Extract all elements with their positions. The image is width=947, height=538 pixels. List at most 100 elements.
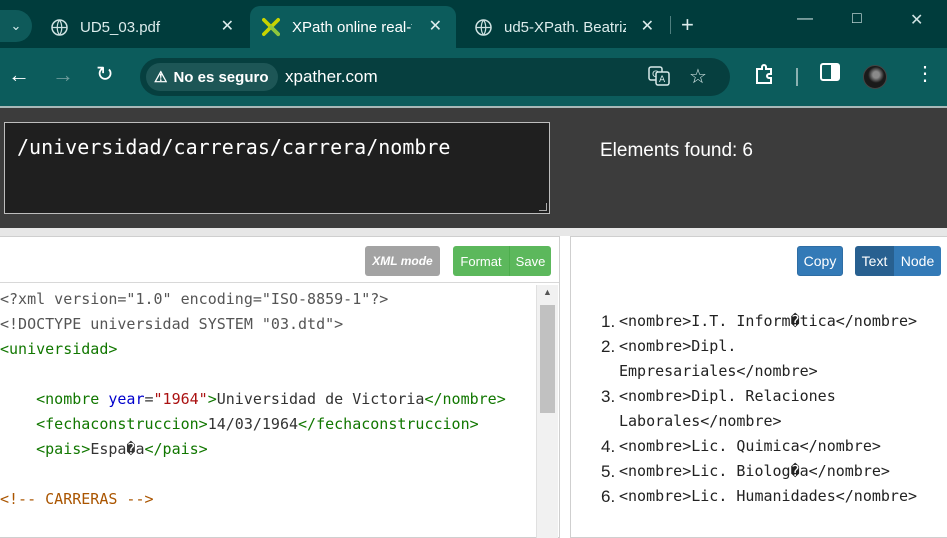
security-chip[interactable]: ⚠ No es seguro [146, 63, 279, 91]
code-line: <!DOCTYPE universidad SYSTEM "03.dtd"> [0, 312, 536, 337]
node-mode-button[interactable]: Node [894, 246, 941, 276]
code-line: <universidad> [0, 337, 536, 362]
code-token: Universidad de Victoria [216, 390, 425, 408]
result-text: <nombre>Dipl. Relaciones Laborales</nomb… [619, 387, 836, 430]
forward-arrow-icon[interactable]: → [52, 62, 74, 88]
profile-avatar[interactable] [863, 65, 887, 89]
bookmark-star-icon[interactable]: ☆ [689, 64, 707, 89]
result-number: 4. [601, 437, 616, 456]
result-text: <nombre>Lic. Humanidades</nombre> [619, 487, 918, 505]
tab-xpather[interactable]: XPath online real-t ✕ [250, 6, 456, 48]
result-item: 3. <nombre>Dipl. Relaciones Laborales</no… [571, 384, 947, 434]
result-item: 2. <nombre>Dipl. Empresariales</nombre> [571, 334, 947, 384]
code-token: > [207, 390, 217, 408]
toolbar-separator [796, 68, 798, 86]
xml-mode-button[interactable]: XML mode [365, 246, 440, 276]
translate-icon[interactable]: GA [648, 66, 670, 91]
minimize-icon[interactable]: — [797, 10, 813, 28]
code-line: <!-- CARRERAS --> [0, 487, 536, 512]
code-line: <fechaconstruccion>14/03/1964</fechacons… [0, 412, 536, 437]
scrollbar-thumb[interactable] [540, 305, 555, 413]
tab-ud5-pdf[interactable]: UD5_03.pdf ✕ [38, 6, 248, 48]
code-token: <universidad> [0, 340, 118, 358]
tab-search-button[interactable]: ⌄ [0, 10, 32, 42]
tab-strip: ⌄ UD5_03.pdf ✕ XPath online real-t ✕ ud5… [0, 0, 947, 48]
browser-toolbar: ← → ↻ ⚠ No es seguro xpather.com GA ☆ ⋮ [0, 48, 947, 106]
code-token: <!DOCTYPE universidad SYSTEM "03.dtd"> [0, 315, 344, 333]
svg-text:A: A [659, 75, 666, 85]
code-token: year [108, 390, 145, 408]
xpath-expression-text: /universidad/carreras/carrera/nombre [17, 135, 451, 159]
code-token: <nombre [36, 390, 109, 408]
warning-icon: ⚠ [154, 69, 168, 86]
xpath-expression-input[interactable]: /universidad/carreras/carrera/nombre [4, 122, 550, 214]
code-token: <!-- CARRERAS --> [0, 490, 154, 508]
results-list: 1. <nombre>I.T. Inform�tica</nombre> 2. <no… [571, 309, 947, 509]
address-bar[interactable]: ⚠ No es seguro xpather.com GA ☆ [140, 58, 730, 96]
result-text: <nombre>Dipl. Empresariales</nombre> [619, 337, 818, 380]
result-number: 2. [601, 337, 616, 356]
code-token: </fechaconstruccion> [298, 415, 479, 433]
result-number: 5. [601, 462, 616, 481]
url-text[interactable]: xpather.com [285, 67, 378, 87]
maximize-icon[interactable]: □ [852, 10, 862, 28]
tab-title: ud5-XPath. Beatriz [504, 18, 626, 36]
back-arrow-icon[interactable]: ← [8, 62, 30, 88]
result-item: 1. <nombre>I.T. Inform�tica</nombre> [571, 309, 947, 334]
code-token: </nombre> [424, 390, 506, 408]
security-label: No es seguro [173, 68, 269, 86]
scroll-up-arrow-icon[interactable]: ▲ [543, 287, 552, 297]
result-number: 3. [601, 387, 616, 406]
copy-button[interactable]: Copy [797, 246, 843, 276]
editor-scrollbar[interactable]: ▲ [536, 285, 558, 538]
new-tab-icon[interactable]: + [681, 12, 694, 38]
tab-separator [670, 16, 671, 34]
code-token: = [144, 390, 154, 408]
elements-found-count: 6 [742, 140, 753, 161]
close-window-icon[interactable]: ✕ [910, 10, 923, 30]
result-text: <nombre>Lic. Quimica</nombre> [619, 437, 881, 455]
code-token: <pais> [36, 440, 91, 458]
text-mode-button[interactable]: Text [855, 246, 894, 276]
code-token: "1964" [153, 390, 208, 408]
result-number: 6. [601, 487, 616, 506]
xml-code-editor[interactable]: <?xml version="1.0" encoding="ISO-8859-1… [0, 287, 536, 512]
globe-icon [50, 18, 68, 36]
globe-icon [474, 18, 492, 36]
result-item: 5. <nombre>Lic. Biolog�a</nombre> [571, 459, 947, 484]
xpather-logo-icon [262, 18, 280, 36]
code-line: <?xml version="1.0" encoding="ISO-8859-1… [0, 287, 536, 312]
result-number: 1. [601, 312, 616, 331]
reload-icon[interactable]: ↻ [96, 62, 114, 87]
panel-divider [0, 228, 947, 236]
code-line: <pais>Espa�a</pais> [0, 437, 536, 462]
result-text: <nombre>Lic. Biolog�a</nombre> [619, 462, 890, 480]
close-tab-icon[interactable]: ✕ [429, 16, 442, 36]
extensions-icon[interactable] [753, 63, 775, 90]
code-token: 14/03/1964 [207, 415, 299, 433]
xml-editor-panel: XML mode Format Save <?xml version="1.0"… [0, 236, 560, 538]
close-tab-icon[interactable]: ✕ [221, 16, 234, 36]
results-panel: Copy Text Node 1. <nombre>I.T. Inform�tic… [570, 236, 947, 538]
code-token: <fechaconstruccion> [36, 415, 208, 433]
close-tab-icon[interactable]: ✕ [641, 16, 654, 36]
code-token: <?xml version="1.0" encoding="ISO-8859-1… [0, 290, 389, 308]
result-item: 6. <nombre>Lic. Humanidades</nombre> [571, 484, 947, 509]
side-panel-icon[interactable] [820, 63, 840, 86]
format-button[interactable]: Format [453, 246, 510, 276]
resize-handle[interactable] [539, 203, 547, 211]
xpath-bar: /universidad/carreras/carrera/nombre Ele… [0, 106, 947, 228]
editor-header: XML mode Format Save [0, 237, 559, 283]
save-button[interactable]: Save [510, 246, 551, 276]
tab-ud5-xpath[interactable]: ud5-XPath. Beatriz ✕ [462, 6, 668, 48]
result-item: 4. <nombre>Lic. Quimica</nombre> [571, 434, 947, 459]
menu-dots-icon[interactable]: ⋮ [915, 61, 935, 86]
result-text: <nombre>I.T. Inform�tica</nombre> [619, 312, 918, 330]
elements-found: Elements found: 6 [600, 140, 753, 162]
code-line: <nombre year="1964">Universidad de Victo… [0, 387, 536, 412]
